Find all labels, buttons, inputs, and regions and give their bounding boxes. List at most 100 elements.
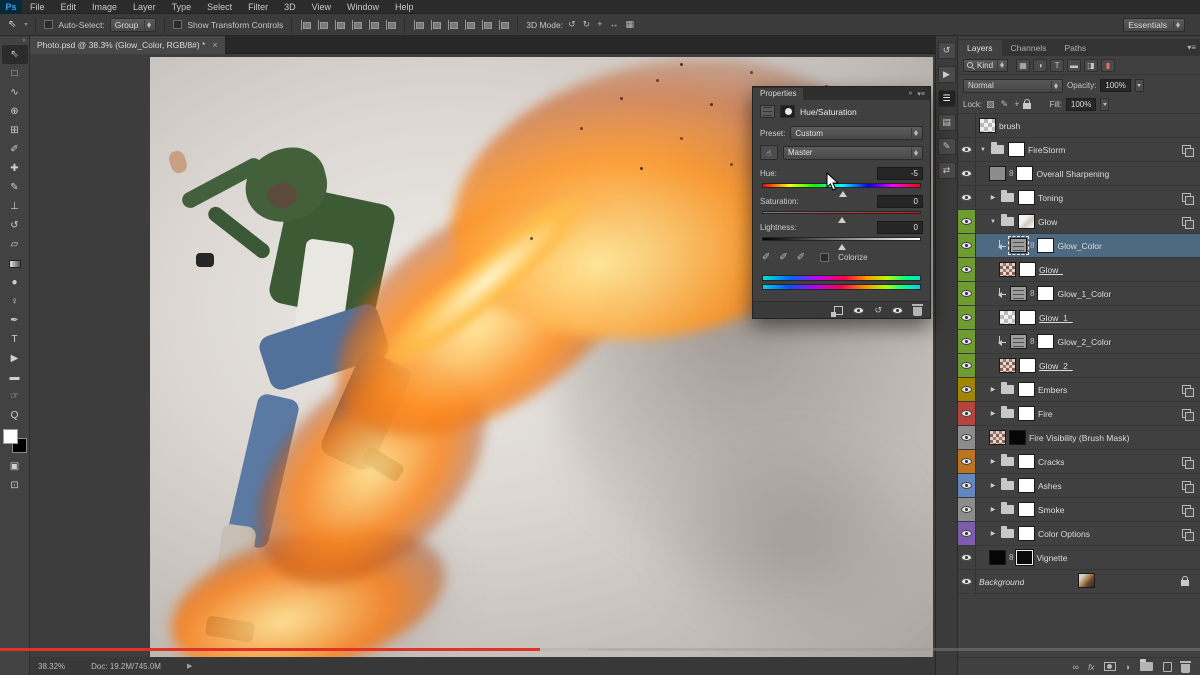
group-collapsed-icon[interactable]: ▶ (989, 194, 997, 201)
visibility-eye-icon[interactable] (961, 410, 972, 417)
visibility-eye-icon[interactable] (961, 338, 972, 345)
new-layer-icon[interactable] (1163, 662, 1172, 672)
3d-slide-icon[interactable]: ↔ (609, 19, 618, 30)
layer-row-content[interactable]: Glow_2_Color (976, 330, 1200, 353)
eraser-tool[interactable]: ▱ (2, 235, 28, 254)
layer-mask-thumbnail[interactable] (1018, 406, 1035, 421)
adjustment-thumbnail[interactable] (1010, 286, 1027, 301)
layer-row-content[interactable]: ▶Ashes (976, 474, 1200, 497)
crop-tool[interactable]: ⊞ (2, 121, 28, 140)
auto-select-checkbox[interactable] (44, 20, 53, 29)
document-tab[interactable]: Photo.psd @ 38.3% (Glow_Color, RGB/8#) *… (30, 36, 226, 54)
layer-row-content[interactable]: Overall Sharpening (976, 162, 1200, 185)
menu-view[interactable]: View (304, 0, 339, 14)
layer-mask-thumbnail[interactable] (1019, 262, 1036, 277)
visibility-eye-icon[interactable] (961, 314, 972, 321)
visibility-eye-icon[interactable] (961, 170, 972, 177)
filter-pixel-layers-icon[interactable]: ▦ (1016, 59, 1030, 72)
distribute-right-icon[interactable] (498, 20, 509, 30)
workspace-switcher[interactable]: Essentials (1123, 18, 1185, 32)
visibility-eye-icon[interactable] (961, 530, 972, 537)
layer-row-content[interactable]: brush (976, 114, 1200, 137)
visibility-eye-icon[interactable] (961, 506, 972, 513)
clip-to-layer-icon[interactable] (834, 306, 843, 315)
lightness-value-input[interactable]: 0 (877, 221, 923, 234)
layer-row-content[interactable]: ▶Fire (976, 402, 1200, 425)
delete-adjustment-icon[interactable] (913, 307, 922, 316)
align-left-icon[interactable] (351, 20, 362, 30)
layer-row[interactable]: Glow_Color (958, 234, 1200, 258)
layer-row-content[interactable]: Glow_1_ (976, 306, 1200, 329)
visibility-eye-icon[interactable] (961, 434, 972, 441)
menu-3d[interactable]: 3D (276, 0, 304, 14)
3d-scale-icon[interactable]: ▦ (625, 19, 634, 30)
previous-state-icon[interactable] (853, 307, 864, 314)
layer-thumbnail[interactable] (1018, 214, 1035, 229)
properties-panel-header[interactable]: Properties » ▾≡ (753, 87, 930, 100)
move-tool-preset-icon[interactable]: ⇖ (5, 19, 19, 30)
status-options-icon[interactable]: ▶ (187, 662, 192, 670)
mask-link-icon[interactable] (1030, 241, 1034, 250)
mask-link-icon[interactable] (1009, 553, 1013, 562)
clone-stamp-tool[interactable]: ⊥ (2, 197, 28, 216)
filter-toggle-icon[interactable]: ▮ (1101, 59, 1115, 72)
distribute-top-icon[interactable] (413, 20, 424, 30)
align-vcenter-icon[interactable] (317, 20, 328, 30)
lasso-tool[interactable]: ∿ (2, 83, 28, 102)
eyedropper-tool[interactable]: ✐ (2, 140, 28, 159)
visibility-eye-icon[interactable] (961, 146, 972, 153)
layer-mask-thumbnail[interactable] (1009, 430, 1026, 445)
lightness-slider-thumb[interactable] (838, 240, 846, 250)
preset-dropdown[interactable]: Custom (790, 126, 923, 140)
distribute-bottom-icon[interactable] (447, 20, 458, 30)
filter-kind-dropdown[interactable]: Kind (963, 59, 1008, 72)
layer-thumbnail[interactable] (1078, 573, 1095, 588)
blend-mode-dropdown[interactable]: Normal (963, 79, 1063, 93)
collapse-panel-icon[interactable]: » (908, 90, 912, 98)
visibility-eye-icon[interactable] (961, 578, 972, 585)
panel-menu-icon[interactable]: ▾≡ (917, 90, 925, 98)
layer-row-content[interactable]: ▶Color Options (976, 522, 1200, 545)
targeted-adjustment-icon[interactable]: ☝ (760, 145, 778, 160)
toolbar-collapse-icon[interactable]: » (0, 36, 29, 45)
layer-thumbnail[interactable] (989, 550, 1006, 565)
tab-layers[interactable]: Layers (958, 40, 1002, 56)
visibility-eye-icon[interactable] (961, 242, 972, 249)
screen-mode-icon[interactable]: ⊡ (2, 476, 28, 495)
layer-mask-thumbnail[interactable] (1037, 238, 1054, 253)
hue-slider-thumb[interactable] (839, 187, 847, 197)
adjustment-thumbnail[interactable] (1010, 238, 1027, 253)
distribute-left-icon[interactable] (464, 20, 475, 30)
type-tool[interactable]: T (2, 330, 28, 349)
layer-style-icon[interactable]: fx (1088, 662, 1095, 672)
filter-smart-objects-icon[interactable]: ◨ (1084, 59, 1098, 72)
layer-row-content[interactable]: Glow_2_ (976, 354, 1200, 377)
layer-row-content[interactable]: Background (976, 570, 1200, 593)
auto-select-dropdown[interactable]: Group (110, 18, 157, 32)
layer-mask-thumbnail[interactable] (1018, 382, 1035, 397)
healing-brush-tool[interactable]: ✚ (2, 159, 28, 178)
hue-slider[interactable] (762, 183, 921, 188)
align-bottom-icon[interactable] (334, 20, 345, 30)
layer-thumbnail[interactable] (999, 262, 1016, 277)
visibility-eye-icon[interactable] (961, 554, 972, 561)
menu-filter[interactable]: Filter (240, 0, 276, 14)
layer-mask-thumbnail[interactable] (1019, 310, 1036, 325)
layer-row-content[interactable]: ▶Embers (976, 378, 1200, 401)
visibility-eye-icon[interactable] (961, 458, 972, 465)
add-layer-mask-icon[interactable] (1104, 662, 1116, 671)
layer-thumbnail[interactable] (999, 310, 1016, 325)
path-selection-tool[interactable]: ▶ (2, 349, 28, 368)
filter-shape-layers-icon[interactable]: ▬ (1067, 59, 1081, 72)
layer-row[interactable]: Glow_2_ (958, 354, 1200, 378)
mask-link-icon[interactable] (1030, 337, 1034, 346)
group-collapsed-icon[interactable]: ▶ (989, 386, 997, 393)
layer-row-content[interactable]: Glow_Color (976, 234, 1200, 257)
visibility-eye-icon[interactable] (961, 266, 972, 273)
opacity-value[interactable]: 100% (1100, 79, 1130, 92)
lock-image-icon[interactable]: ✎ (1001, 99, 1009, 110)
align-right-icon[interactable] (385, 20, 396, 30)
layer-row[interactable]: Background (958, 570, 1200, 594)
layer-mask-thumbnail[interactable] (1008, 142, 1025, 157)
layer-mask-thumbnail[interactable] (1037, 334, 1054, 349)
